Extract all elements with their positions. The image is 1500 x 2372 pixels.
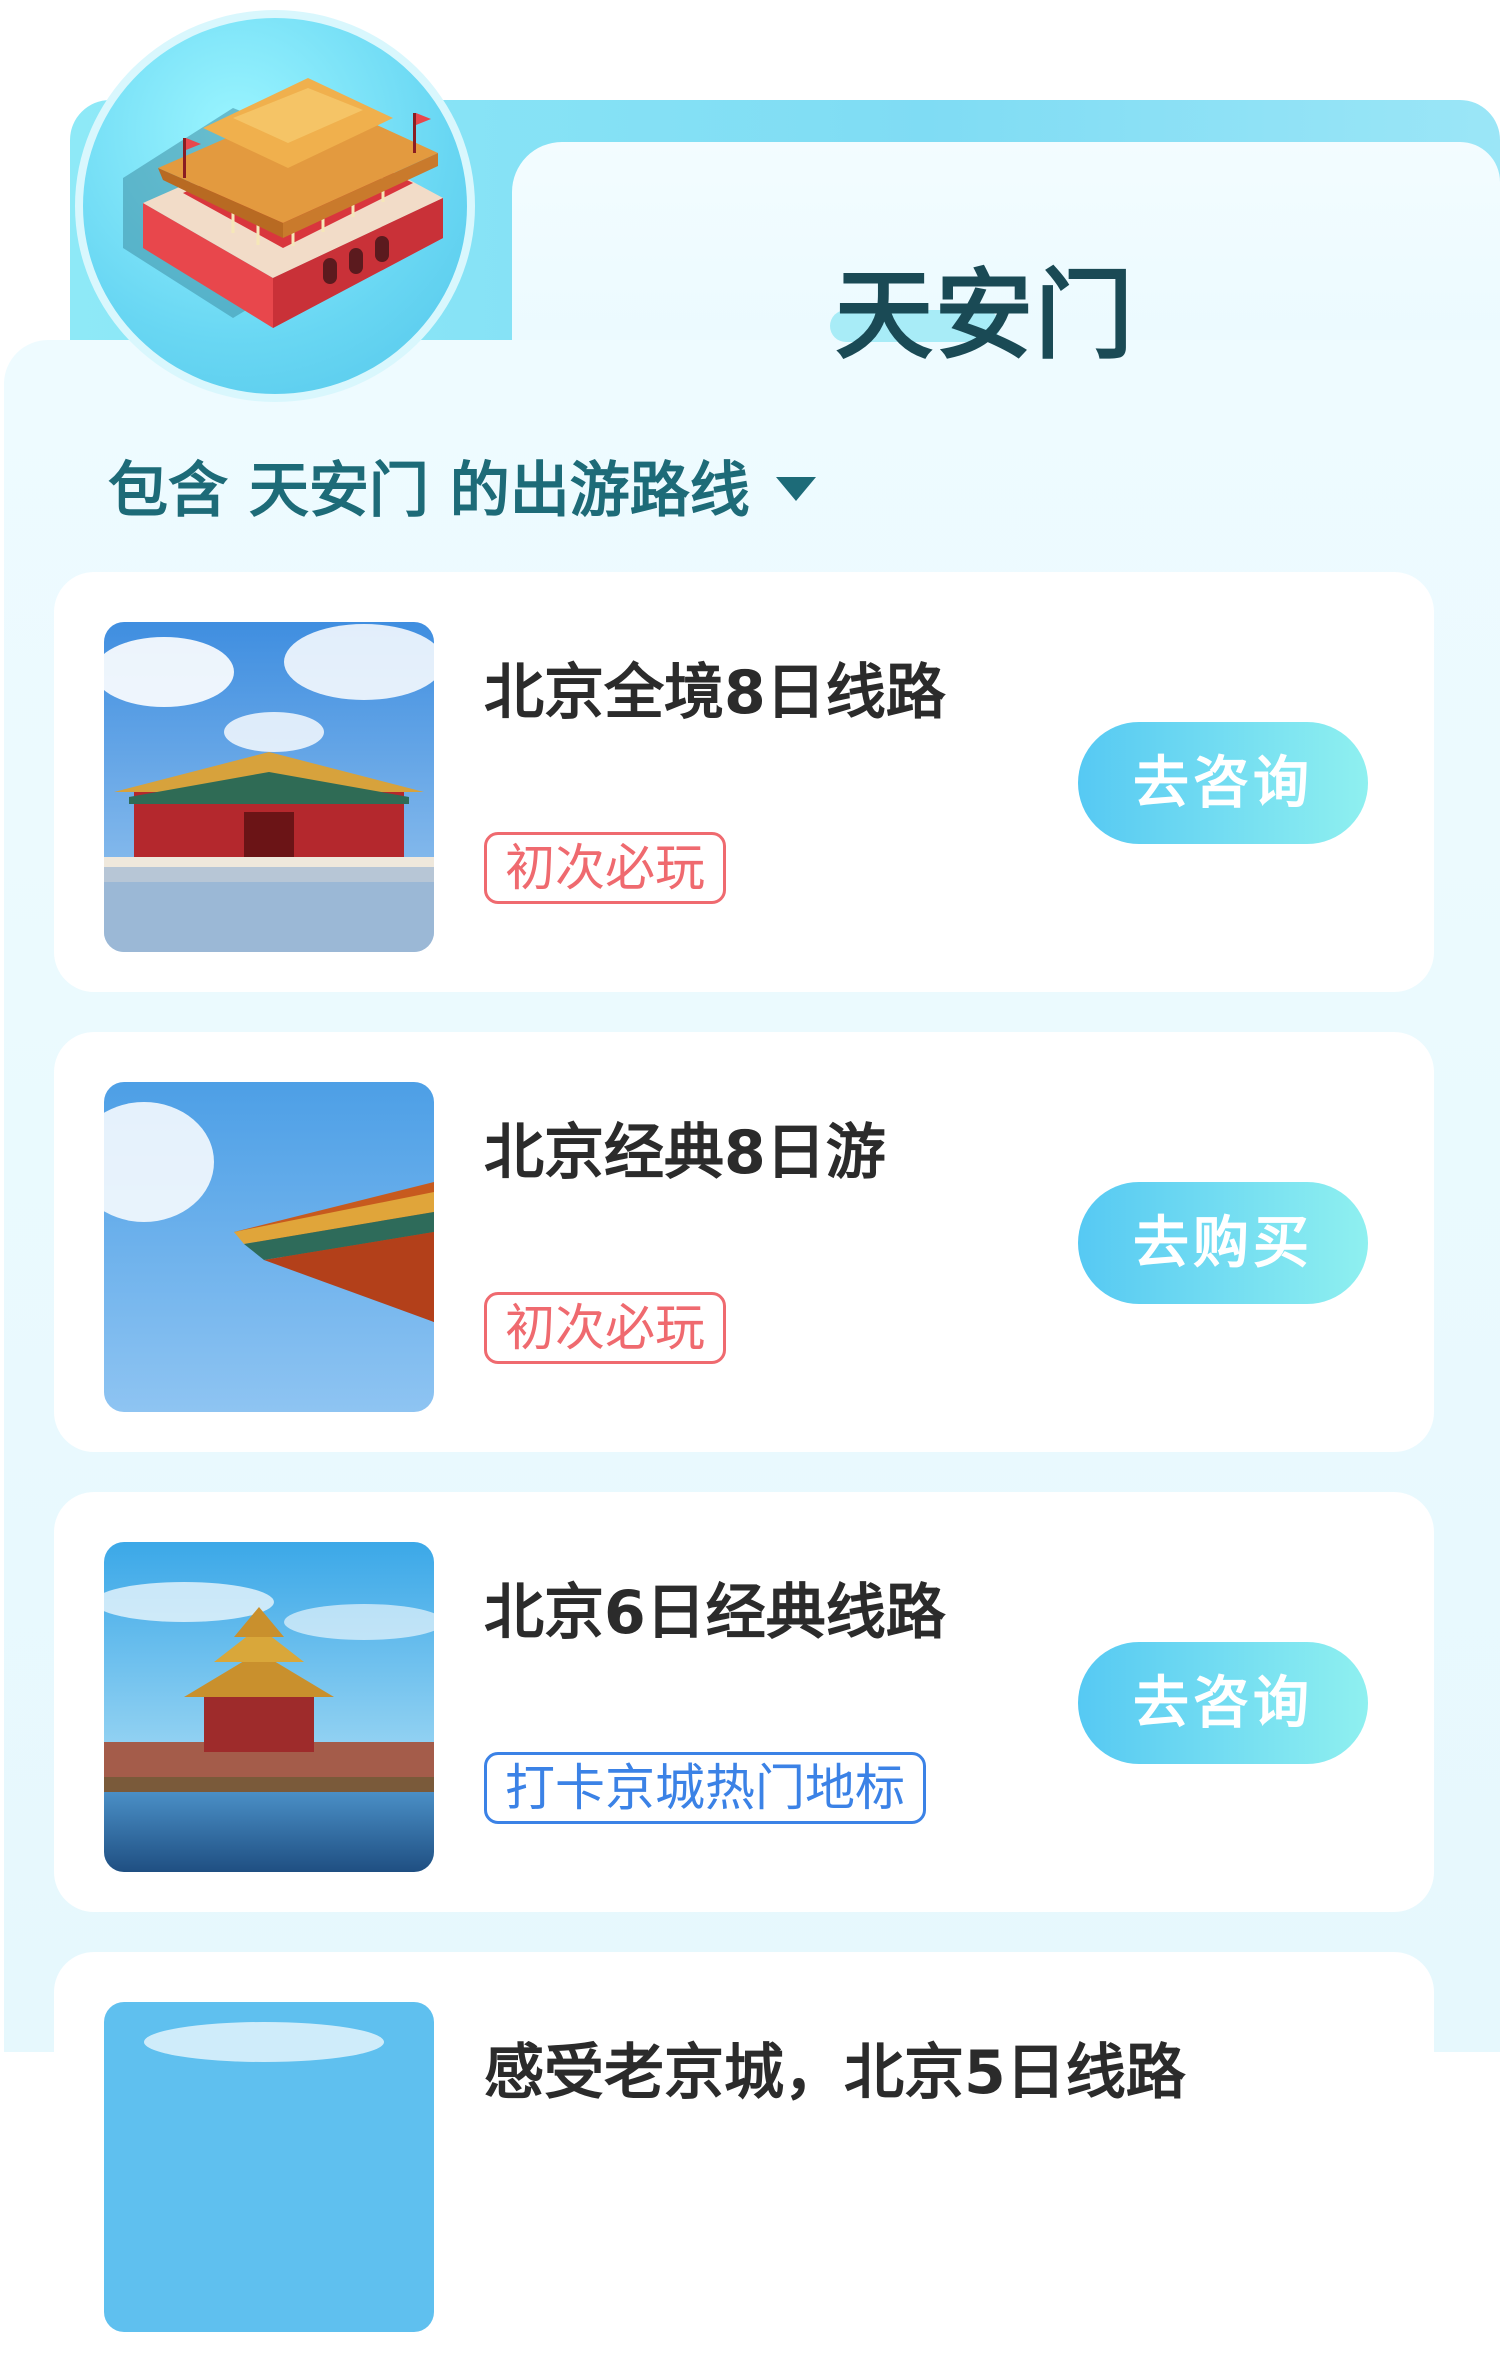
route-name: 感受老京城，北京5日线路 [484,2038,1186,2108]
buy-button[interactable]: 去购买 [1078,1182,1368,1304]
route-name: 北京6日经典线路 [484,1578,946,1648]
route-card[interactable]: 感受老京城，北京5日线路 [54,1952,1434,2372]
routes-subtitle: 包含 天安门 的出游路线 [108,455,750,526]
route-tag: 初次必玩 [484,832,726,904]
route-thumbnail [104,622,434,952]
route-tag: 初次必玩 [484,1292,726,1364]
dropdown-caret-icon[interactable] [775,477,816,501]
route-thumbnail [104,1082,434,1412]
route-card[interactable]: 北京经典8日游 初次必玩 去购买 [54,1032,1434,1452]
route-card[interactable]: 北京6日经典线路 打卡京城热门地标 去咨询 [54,1492,1434,1912]
title-block: 天安门 [830,236,1160,373]
route-card[interactable]: 北京全境8日线路 初次必玩 去咨询 [54,572,1434,992]
page-title: 天安门 [835,259,1136,373]
route-name: 北京全境8日线路 [484,658,946,728]
route-thumbnail [104,1542,434,1872]
tiananmen-illustration [75,10,475,402]
route-name: 北京经典8日游 [484,1118,886,1188]
routes-filter[interactable]: 包含 天安门 的出游路线 [108,445,816,526]
route-tag: 打卡京城热门地标 [484,1752,926,1824]
consult-button[interactable]: 去咨询 [1078,1642,1368,1764]
consult-button[interactable]: 去咨询 [1078,722,1368,844]
